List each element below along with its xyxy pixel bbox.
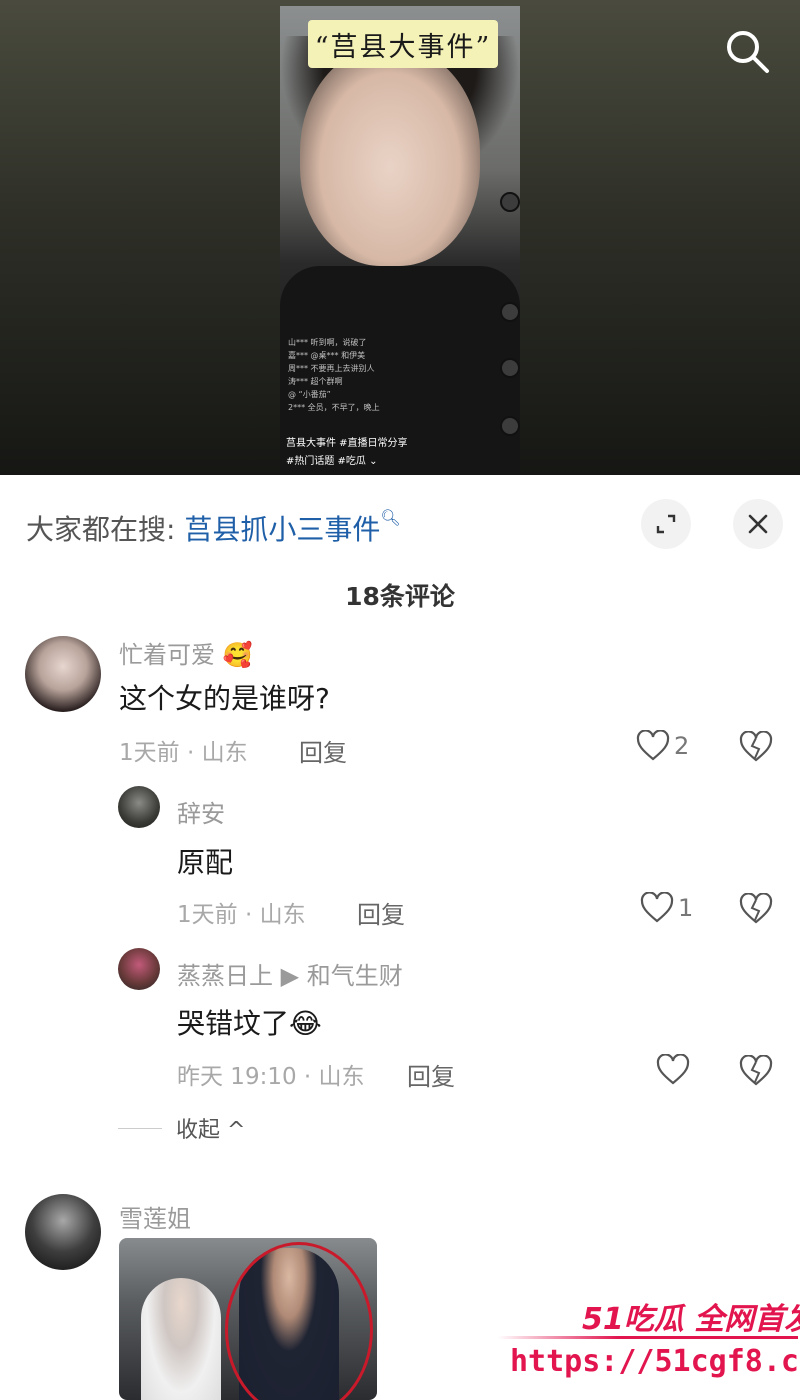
- collapse-label: 收起 ^: [176, 1118, 246, 1143]
- dislike-button[interactable]: [739, 730, 773, 767]
- watermark-brand: 51吃瓜 全网首发: [582, 1302, 800, 1337]
- broken-heart-icon: [739, 730, 773, 762]
- site-watermark: 51吃瓜 全网首发 https://51cgf8.com: [498, 1290, 800, 1400]
- comment-sheet: 大家都在搜: 莒县抓小三事件🔍︎ 18条评论 忙着可爱 🥰 这个女的是谁呀? 1…: [0, 475, 800, 1400]
- avatar[interactable]: [25, 1194, 101, 1270]
- watermark-strip: [498, 1336, 798, 1339]
- comment-text[interactable]: 原配: [177, 841, 233, 881]
- collapse-replies-button[interactable]: 收起 ^: [118, 1112, 245, 1144]
- video-side-icon[interactable]: [500, 192, 520, 212]
- trending-search-hint[interactable]: 大家都在搜: 莒县抓小三事件🔍︎: [26, 508, 401, 548]
- bride-figure: [141, 1278, 221, 1400]
- live-chat-line: 涛*** 超个群啊: [288, 377, 343, 386]
- comment-text[interactable]: 哭错坟了😂: [177, 1002, 322, 1042]
- divider-line: [118, 1127, 162, 1129]
- video-side-icon[interactable]: [500, 302, 520, 322]
- expand-icon: [656, 514, 676, 534]
- search-icon: [727, 31, 769, 73]
- broken-heart-icon: [739, 1054, 773, 1086]
- comment-meta: 1天前 · 山东: [177, 902, 306, 928]
- close-icon: [748, 514, 768, 534]
- comment-author[interactable]: 忙着可爱 🥰: [119, 635, 253, 670]
- live-chat-line: 周*** 不要再上去讲别人: [288, 364, 375, 373]
- comment-meta: 1天前 · 山东: [119, 740, 248, 766]
- heart-icon: [640, 892, 674, 923]
- heart-icon: [636, 730, 670, 761]
- comment-image[interactable]: [119, 1238, 377, 1400]
- comment-author[interactable]: 雪莲姐: [119, 1199, 191, 1234]
- video-side-icon[interactable]: [500, 416, 520, 436]
- video-face-shape: [300, 46, 480, 266]
- live-chat-overlay: 山*** 听到啊，说破了 嘉*** @桌*** 和伊美 周*** 不要再上去讲别…: [288, 336, 458, 414]
- avatar[interactable]: [25, 636, 101, 712]
- trending-search-prefix: 大家都在搜:: [26, 513, 185, 546]
- reply-button[interactable]: 回复: [357, 895, 405, 930]
- video-caption: 莒县大事件 #直播日常分享: [286, 438, 408, 449]
- reply-button[interactable]: 回复: [407, 1057, 455, 1092]
- live-chat-line: 嘉*** @桌*** 和伊美: [288, 351, 366, 360]
- like-button[interactable]: [656, 1054, 694, 1086]
- like-count: 2: [674, 732, 690, 760]
- comment-count: 18条评论: [345, 582, 455, 611]
- comment-author[interactable]: 辞安: [177, 794, 225, 829]
- highlight-circle: [225, 1242, 373, 1400]
- watermark-url: https://51cgf8.com: [510, 1344, 800, 1379]
- expand-button[interactable]: [641, 499, 691, 549]
- video-player[interactable]: “莒县大事件” 山*** 听到啊，说破了 嘉*** @桌*** 和伊美 周***…: [280, 6, 520, 475]
- live-chat-line: 2*** 全员，不早了，晚上: [288, 403, 380, 412]
- trending-search-term[interactable]: 莒县抓小三事件: [184, 513, 380, 546]
- dislike-button[interactable]: [739, 892, 773, 929]
- like-button[interactable]: 1: [640, 892, 693, 924]
- heart-icon: [656, 1054, 690, 1085]
- search-button[interactable]: [722, 26, 772, 76]
- dislike-button[interactable]: [739, 1054, 773, 1091]
- reply-button[interactable]: 回复: [299, 733, 347, 768]
- avatar[interactable]: [118, 948, 160, 990]
- comment-author[interactable]: 蒸蒸日上 ▶ 和气生财: [177, 956, 403, 991]
- video-hashtags[interactable]: #热门话题 #吃瓜 ⌄: [286, 452, 378, 467]
- live-chat-line: 山*** 听到啊，说破了: [288, 338, 367, 347]
- close-button[interactable]: [733, 499, 783, 549]
- video-side-icon[interactable]: [500, 358, 520, 378]
- comment-meta: 昨天 19:10 · 山东: [177, 1064, 365, 1090]
- like-count: 1: [678, 894, 694, 922]
- avatar[interactable]: [118, 786, 160, 828]
- live-chat-line: @ “小番茄”: [288, 390, 331, 399]
- search-icon: 🔍︎: [380, 508, 401, 527]
- like-button[interactable]: 2: [636, 730, 689, 762]
- video-title-sticker: “莒县大事件”: [308, 20, 498, 68]
- comment-text[interactable]: 这个女的是谁呀?: [119, 677, 330, 717]
- broken-heart-icon: [739, 892, 773, 924]
